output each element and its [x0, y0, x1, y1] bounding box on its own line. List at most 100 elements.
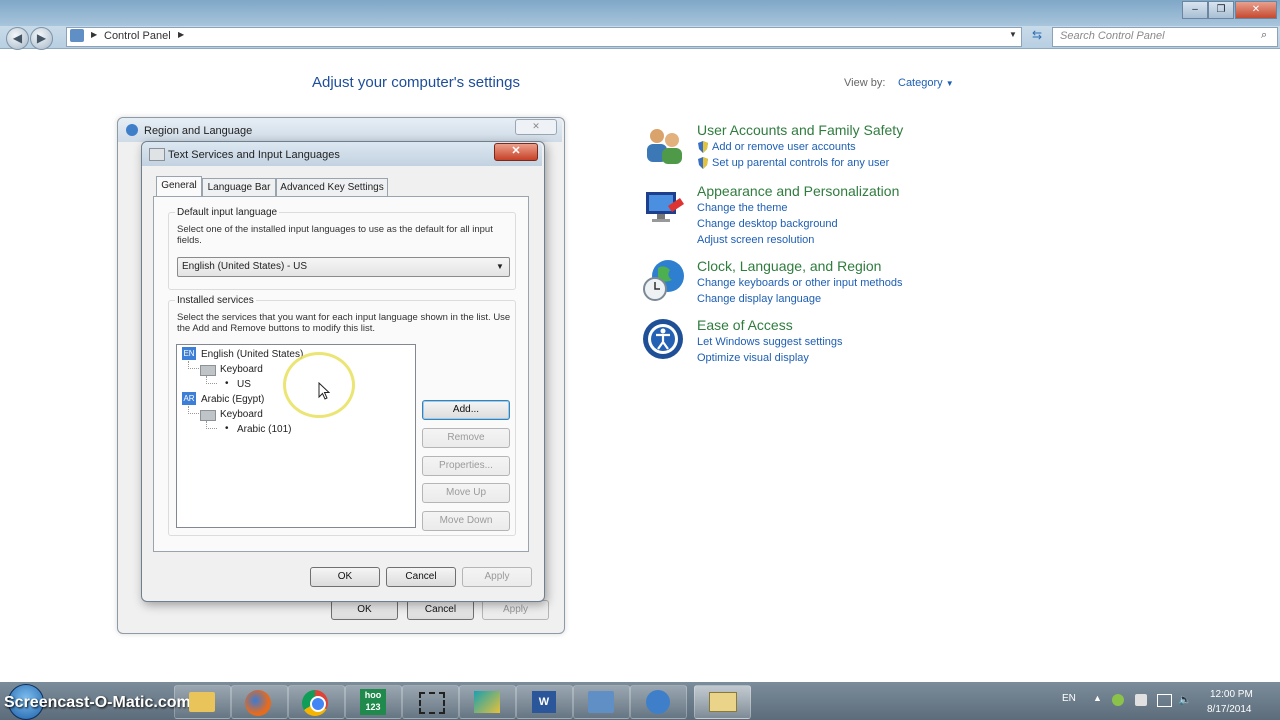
category-ease-of-access[interactable]: Ease of Access [697, 317, 793, 333]
tree-item-keyboard[interactable]: Keyboard [220, 409, 263, 420]
clock-time[interactable]: 12:00 PM [1210, 689, 1253, 700]
default-language-value: English (United States) - US [182, 261, 308, 272]
link-change-keyboards[interactable]: Change keyboards or other input methods [697, 277, 902, 289]
taskbar-paint-icon[interactable] [459, 685, 516, 719]
users-icon[interactable] [642, 124, 686, 168]
link-parental-controls[interactable]: Set up parental controls for any user [712, 157, 889, 169]
link-desktop-background[interactable]: Change desktop background [697, 218, 838, 230]
tab-language-bar[interactable]: Language Bar [202, 178, 276, 197]
apply-button[interactable]: Apply [462, 567, 532, 587]
category-clock-language-region[interactable]: Clock, Language, and Region [697, 258, 881, 274]
display-icon[interactable] [642, 186, 686, 230]
close-button[interactable]: ✕ [1235, 1, 1277, 19]
breadcrumb-control-panel[interactable]: Control Panel [104, 30, 171, 42]
taskbar-control-panel-icon[interactable] [573, 685, 630, 719]
show-hidden-icons-icon[interactable]: ▲ [1093, 693, 1102, 703]
move-up-button[interactable]: Move Up [422, 483, 510, 503]
forward-button[interactable]: ▶ [30, 27, 53, 50]
tab-advanced-key-settings[interactable]: Advanced Key Settings [276, 178, 388, 197]
tree-item-layout-us[interactable]: US [237, 379, 251, 390]
clock-date[interactable]: 8/17/2014 [1207, 704, 1252, 715]
tree-item-english[interactable]: English (United States) [201, 349, 303, 360]
link-optimize-display[interactable]: Optimize visual display [697, 352, 809, 364]
taskbar-word-icon[interactable]: W [516, 685, 573, 719]
shield-icon [697, 157, 709, 169]
keyboard-icon [149, 148, 165, 161]
text-services-title: Text Services and Input Languages [168, 149, 340, 161]
tray-app-icon[interactable] [1112, 694, 1124, 706]
properties-button[interactable]: Properties... [422, 456, 510, 476]
tree-item-keyboard[interactable]: Keyboard [220, 364, 263, 375]
region-dialog-title: Region and Language [144, 125, 253, 137]
action-center-icon[interactable] [1135, 694, 1147, 706]
language-code-badge: AR [182, 392, 196, 405]
view-by-dropdown[interactable]: Category ▼ [898, 77, 954, 89]
region-close-button[interactable]: ✕ [515, 119, 557, 135]
refresh-icon[interactable]: ⇆ [1026, 28, 1048, 44]
restore-button[interactable]: ❐ [1208, 1, 1234, 19]
chevron-down-icon: ▼ [945, 79, 954, 88]
cancel-button[interactable]: Cancel [386, 567, 456, 587]
link-screen-resolution[interactable]: Adjust screen resolution [697, 234, 814, 246]
text-services-close-button[interactable]: ✕ [494, 143, 538, 161]
link-display-language[interactable]: Change display language [697, 293, 821, 305]
view-by-label: View by: [844, 77, 886, 89]
installed-services-description: Select the services that you want for ea… [177, 312, 511, 334]
network-icon[interactable] [1157, 694, 1172, 707]
default-language-group-label: Default input language [175, 207, 280, 218]
back-button[interactable]: ◀ [6, 27, 29, 50]
ease-of-access-icon[interactable] [642, 318, 686, 362]
keyboard-icon [200, 365, 216, 376]
taskbar-text-services-icon[interactable] [694, 685, 751, 719]
screencast-watermark: Screencast-O-Matic.com [4, 694, 191, 711]
taskbar-snipping-icon[interactable] [402, 685, 459, 719]
region-apply-button[interactable]: Apply [482, 600, 549, 620]
region-cancel-button[interactable]: Cancel [407, 600, 474, 620]
bullet-icon: • [225, 378, 229, 389]
search-placeholder: Search Control Panel [1060, 30, 1165, 42]
remove-button[interactable]: Remove [422, 428, 510, 448]
installed-services-group-label: Installed services [175, 295, 256, 306]
language-indicator[interactable]: EN [1062, 693, 1076, 704]
control-panel-icon [70, 29, 84, 42]
mouse-cursor-icon [318, 381, 331, 400]
tree-item-layout-arabic[interactable]: Arabic (101) [237, 424, 291, 435]
tree-connector [206, 376, 217, 384]
taskbar-chrome-icon[interactable] [288, 685, 345, 719]
keyboard-icon [200, 410, 216, 421]
search-icon[interactable]: ⌕ [1261, 29, 1267, 42]
address-bar[interactable] [66, 27, 1022, 47]
tree-item-arabic[interactable]: Arabic (Egypt) [201, 394, 264, 405]
tree-connector [188, 406, 199, 414]
link-change-theme[interactable]: Change the theme [697, 202, 788, 214]
ok-button[interactable]: OK [310, 567, 380, 587]
minimize-button[interactable]: – [1182, 1, 1208, 19]
link-windows-suggest[interactable]: Let Windows suggest settings [697, 336, 843, 348]
volume-icon[interactable]: 🔈 [1178, 693, 1192, 706]
taskbar-firefox-icon[interactable] [231, 685, 288, 719]
page-title: Adjust your computer's settings [312, 74, 520, 91]
bullet-icon: • [225, 423, 229, 434]
language-code-badge: EN [182, 347, 196, 360]
tree-connector [188, 361, 199, 369]
breadcrumb-arrow-icon[interactable]: ▶ [91, 30, 97, 39]
breadcrumb-arrow-icon[interactable]: ▶ [178, 30, 184, 39]
default-language-description: Select one of the installed input langua… [177, 224, 493, 246]
taskbar-hoo123-icon[interactable]: hoo 123 [345, 685, 402, 719]
address-dropdown-icon[interactable]: ▼ [1009, 30, 1017, 39]
globe-icon [126, 124, 138, 136]
taskbar-region-icon[interactable] [630, 685, 687, 719]
move-down-button[interactable]: Move Down [422, 511, 510, 531]
category-user-accounts[interactable]: User Accounts and Family Safety [697, 122, 903, 138]
tab-general[interactable]: General [156, 176, 202, 197]
taskbar-explorer-icon[interactable] [174, 685, 231, 719]
shield-icon [697, 141, 709, 153]
link-add-remove-accounts[interactable]: Add or remove user accounts [712, 141, 856, 153]
add-button[interactable]: Add... [422, 400, 510, 420]
window-title-bar [0, 0, 1280, 26]
globe-clock-icon[interactable] [642, 258, 686, 302]
chevron-down-icon[interactable]: ▼ [496, 262, 504, 271]
tree-connector [206, 421, 217, 429]
region-ok-button[interactable]: OK [331, 600, 398, 620]
category-appearance[interactable]: Appearance and Personalization [697, 183, 899, 199]
